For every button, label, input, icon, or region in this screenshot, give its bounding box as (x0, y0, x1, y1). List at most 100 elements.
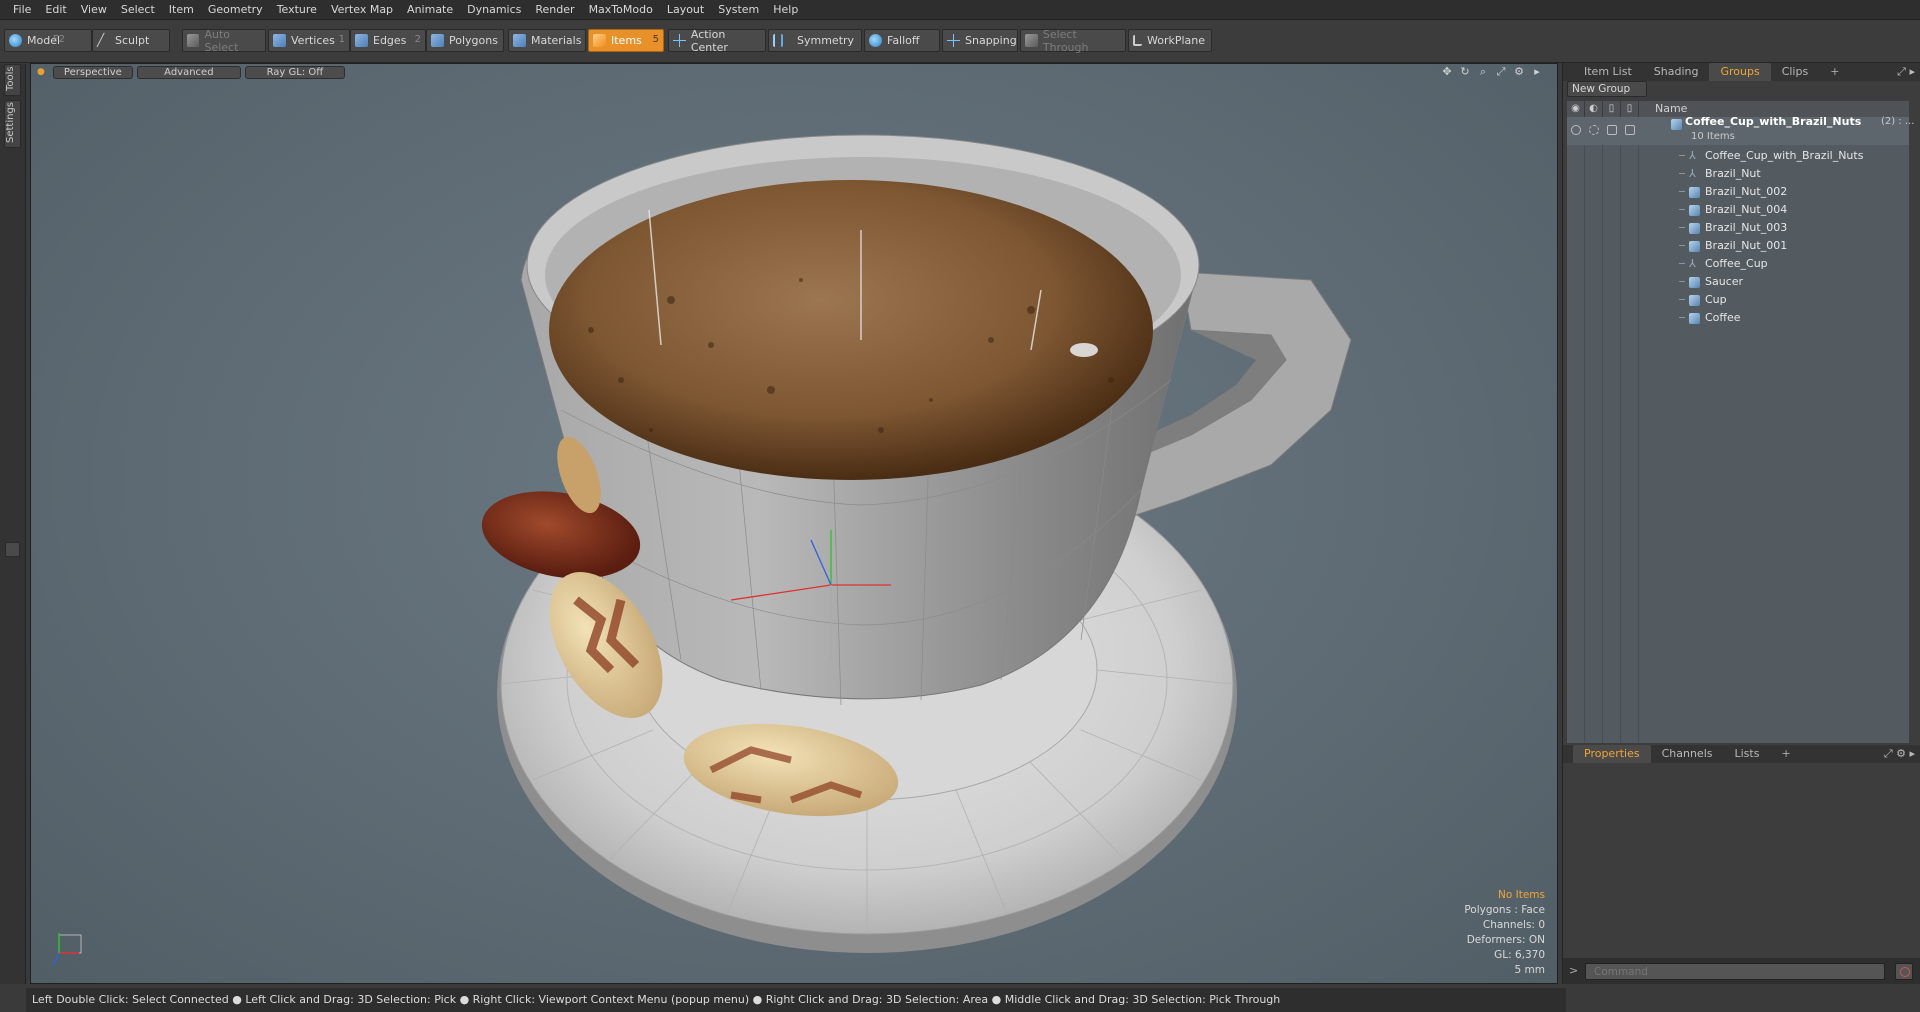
group-item-row[interactable]: Brazil_Nut_004 (1567, 201, 1909, 219)
items-icon (593, 34, 606, 47)
group-item-label: Coffee_Cup_with_Brazil_Nuts (1705, 149, 1864, 162)
visibility-icon[interactable] (1571, 125, 1581, 135)
group-item-row[interactable]: Brazil_Nut_001 (1567, 237, 1909, 255)
group-item-label: Coffee (1705, 311, 1741, 324)
tab-groups[interactable]: Groups (1709, 63, 1771, 81)
action-center-button[interactable]: Action Center (668, 27, 766, 54)
tab-clips[interactable]: Clips (1771, 63, 1820, 81)
menu-render[interactable]: Render (528, 0, 581, 20)
menu-animate[interactable]: Animate (400, 0, 460, 20)
tab-properties[interactable]: Properties (1573, 745, 1651, 763)
vertices-label: Vertices (291, 34, 335, 47)
add-tab-icon[interactable]: + (1770, 745, 1801, 763)
auto-select-icon (187, 34, 200, 47)
vertices-icon (273, 34, 286, 47)
gl-info: GL: 6,370 (1494, 949, 1545, 961)
raygl-dropdown[interactable]: Ray GL: Off (244, 65, 345, 79)
group-item-row[interactable]: Brazil_Nut_003 (1567, 219, 1909, 237)
command-record-button[interactable] (1895, 963, 1913, 980)
group-item-row[interactable]: ⅄ Brazil_Nut (1567, 165, 1909, 183)
menu-edit[interactable]: Edit (38, 0, 73, 20)
menu-help[interactable]: Help (766, 0, 805, 20)
toolbar: Model F2 ╱ Sculpt Auto Select Vertices 1… (0, 20, 1920, 63)
command-arrow-icon[interactable]: > (1569, 964, 1578, 977)
menu-select[interactable]: Select (114, 0, 162, 20)
vertices-button[interactable]: Vertices 1 (268, 29, 350, 52)
edges-label: Edges (373, 34, 407, 47)
viewport-expand-icon[interactable]: ▸ (1531, 66, 1543, 78)
menu-geometry[interactable]: Geometry (201, 0, 270, 20)
select-column-icon[interactable]: ▯ (1621, 101, 1639, 117)
tab-channels[interactable]: Channels (1651, 745, 1724, 763)
group-item-row[interactable]: Saucer (1567, 273, 1909, 291)
polygons-info: Polygons : Face (1464, 904, 1545, 916)
tools-tab[interactable]: Tools (4, 64, 21, 96)
left-tool-strip: Tools Settings (0, 64, 26, 984)
viewport-settings-icon[interactable]: ⚙ (1513, 66, 1525, 78)
rotate-icon[interactable]: ↻ (1459, 66, 1471, 78)
tab-lists[interactable]: Lists (1724, 745, 1771, 763)
falloff-button[interactable]: Falloff (864, 29, 940, 52)
command-input[interactable] (1585, 963, 1885, 980)
tree-connector (1679, 209, 1685, 210)
select-through-button[interactable]: Select Through (1020, 28, 1126, 54)
panel-expand-icon[interactable]: ⤢ ▸ (1897, 65, 1915, 79)
materials-button[interactable]: Materials (508, 29, 586, 52)
shading-dropdown[interactable]: Advanced (136, 65, 241, 79)
new-group-button[interactable]: New Group (1567, 81, 1647, 97)
group-item-row[interactable]: Coffee (1567, 309, 1909, 327)
lock-column-icon[interactable]: ▯ (1603, 101, 1621, 117)
scene-render (481, 134, 1352, 953)
group-item-row[interactable]: Cup (1567, 291, 1909, 309)
viewport-menu-icon[interactable]: ● (37, 67, 45, 77)
menu-vertex-map[interactable]: Vertex Map (324, 0, 400, 20)
snapping-button[interactable]: Snapping (942, 29, 1018, 52)
render-icon[interactable] (1589, 125, 1599, 135)
add-tab-icon[interactable]: + (1819, 63, 1850, 81)
properties-settings-icon[interactable]: ⤢ ⚙ ▸ (1884, 747, 1915, 761)
menu-view[interactable]: View (74, 0, 114, 20)
tree-connector (1679, 317, 1685, 318)
group-item-row[interactable]: Brazil_Nut_002 (1567, 183, 1909, 201)
perspective-dropdown[interactable]: Perspective (52, 65, 133, 79)
group-item-row[interactable]: ⅄ Coffee_Cup (1567, 255, 1909, 273)
group-root-row[interactable]: Coffee_Cup_with_Brazil_Nuts (2) : ... 10… (1567, 115, 1914, 145)
group-item-label: Cup (1705, 293, 1727, 306)
auto-select-button[interactable]: Auto Select (182, 28, 266, 54)
visibility-column-icon[interactable]: ◉ (1567, 101, 1585, 117)
menu-dynamics[interactable]: Dynamics (460, 0, 528, 20)
action-center-icon (673, 34, 686, 47)
locator-icon: ⅄ (1689, 149, 1696, 162)
tab-shading[interactable]: Shading (1643, 63, 1710, 81)
symmetry-button[interactable]: Symmetry (768, 29, 862, 52)
model-mode-button[interactable]: Model F2 (4, 29, 92, 52)
strip-toggle-button[interactable] (5, 542, 20, 557)
lock-toggle[interactable] (1607, 125, 1617, 135)
polygons-icon (431, 34, 444, 47)
model-icon (9, 34, 22, 47)
edges-button[interactable]: Edges 2 (350, 29, 426, 52)
maximize-icon[interactable]: ⤢ (1495, 66, 1507, 78)
selection-info: No Items (1498, 889, 1545, 901)
zoom-icon[interactable]: ⌕ (1477, 66, 1489, 78)
workplane-button[interactable]: WorkPlane (1128, 29, 1212, 52)
menu-maxtomodo[interactable]: MaxToModo (582, 0, 660, 20)
render-column-icon[interactable]: ◐ (1585, 101, 1603, 117)
sculpt-mode-button[interactable]: ╱ Sculpt (92, 29, 170, 52)
menu-item[interactable]: Item (162, 0, 201, 20)
group-item-row[interactable]: ⅄ Coffee_Cup_with_Brazil_Nuts (1567, 147, 1909, 165)
polygons-button[interactable]: Polygons (426, 29, 504, 52)
action-center-label: Action Center (690, 27, 728, 54)
menu-texture[interactable]: Texture (270, 0, 324, 20)
right-panel: Item List Shading Groups Clips + ⤢ ▸ New… (1562, 63, 1920, 984)
menu-file[interactable]: File (6, 0, 38, 20)
tab-item-list[interactable]: Item List (1573, 63, 1643, 81)
select-toggle[interactable] (1625, 125, 1635, 135)
items-button[interactable]: Items 5 (588, 29, 664, 52)
pan-icon[interactable]: ✥ (1441, 66, 1453, 78)
3d-viewport[interactable]: ● Perspective Advanced Ray GL: Off ✥ ↻ ⌕… (30, 63, 1558, 984)
menu-system[interactable]: System (711, 0, 766, 20)
menu-layout[interactable]: Layout (660, 0, 711, 20)
materials-icon (513, 34, 526, 47)
settings-tab[interactable]: Settings (4, 100, 21, 148)
